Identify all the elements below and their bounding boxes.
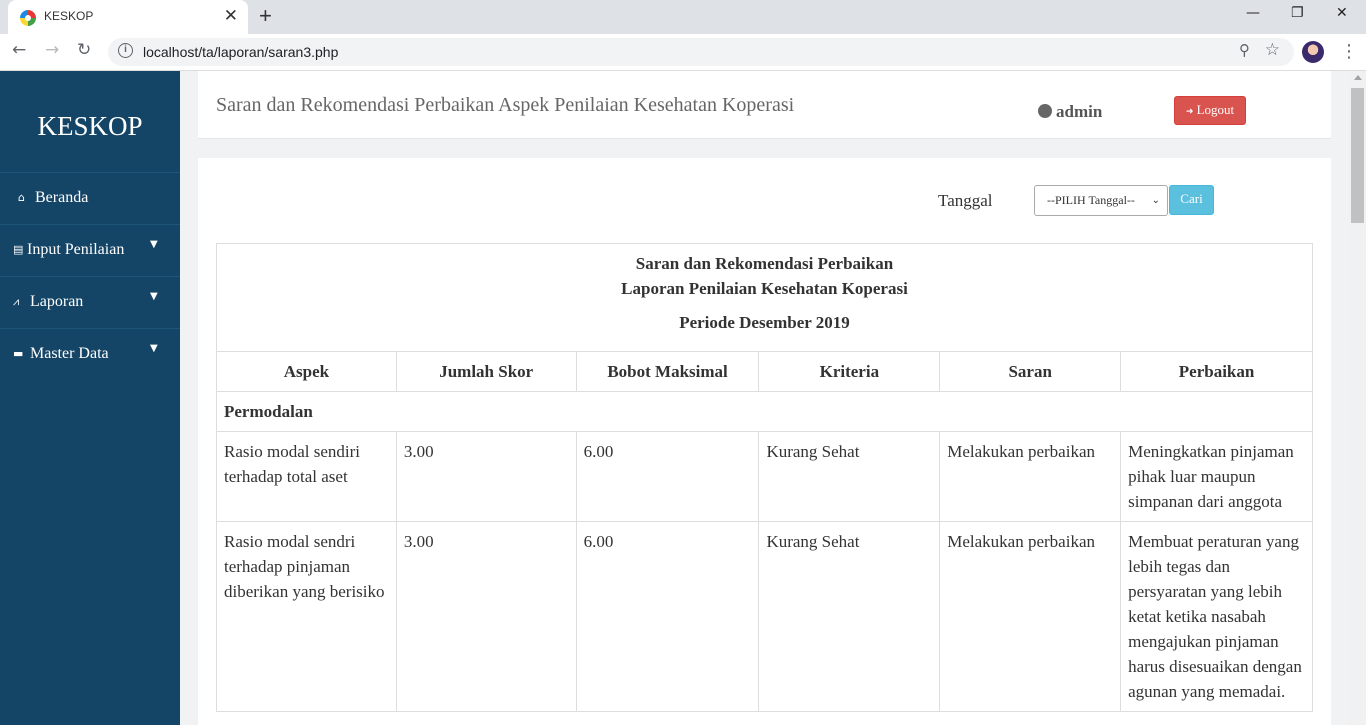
sidebar-item-label: Master Data	[30, 345, 109, 362]
address-bar[interactable]: i localhost/ta/laporan/saran3.php ⚲ ☆	[108, 38, 1294, 66]
forward-icon[interactable]: →	[45, 40, 59, 60]
chevron-down-icon: ⌄	[1151, 195, 1160, 206]
chevron-down-icon: ▼	[150, 291, 158, 302]
cell-kriteria: Kurang Sehat	[758, 431, 941, 522]
sidebar-brand[interactable]: KESKOP	[0, 111, 180, 142]
browser-tab[interactable]: KESKOP ✕	[8, 0, 248, 34]
search-button[interactable]: Cari	[1169, 185, 1214, 215]
page-header: Saran dan Rekomendasi Perbaikan Aspek Pe…	[198, 71, 1331, 139]
cell-saran: Melakukan perbaikan	[939, 431, 1122, 522]
report-period: Periode Desember 2019	[679, 313, 850, 332]
column-header: Saran	[939, 351, 1122, 392]
column-header: Aspek	[216, 351, 397, 392]
url-text[interactable]: localhost/ta/laporan/saran3.php	[143, 44, 338, 60]
sidebar: KESKOP ⌂ Beranda ▤ Input Penilaian ▼ ⩘ L…	[0, 71, 180, 725]
section-label: Permodalan	[216, 391, 1313, 432]
user-name: admin	[1056, 102, 1103, 121]
report-title: Saran dan Rekomendasi Perbaikan	[635, 254, 894, 273]
column-header: Kriteria	[758, 351, 941, 392]
cell-bobot-maksimal: 6.00	[575, 521, 760, 712]
tab-title: KESKOP	[44, 9, 94, 23]
user-menu[interactable]: admin	[1038, 102, 1102, 122]
bookmark-star-icon[interactable]: ☆	[1265, 40, 1280, 60]
sidebar-item-laporan[interactable]: ⩘ Laporan ▼	[0, 276, 180, 328]
sidebar-item-master-data[interactable]: ▬ Master Data ▼	[0, 328, 180, 380]
table-row: Rasio modal sendiri terhadap total aset …	[216, 431, 1313, 522]
table-header-row: Aspek Jumlah Skor Bobot Maksimal Kriteri…	[216, 351, 1313, 392]
cell-saran: Melakukan perbaikan	[939, 521, 1122, 712]
site-favicon-icon	[20, 10, 36, 26]
sidebar-item-label: Input Penilaian	[27, 241, 125, 258]
scrollbar-thumb[interactable]	[1351, 88, 1364, 223]
chevron-down-icon: ▼	[150, 239, 158, 250]
reload-icon[interactable]: ↻	[77, 40, 91, 60]
sign-out-icon: ➜	[1185, 107, 1194, 117]
new-tab-icon[interactable]: +	[259, 3, 272, 29]
cell-aspek: Rasio modal sendri terhadap pinjaman dib…	[216, 521, 397, 712]
column-header: Jumlah Skor	[395, 351, 577, 392]
table-row: Rasio modal sendri terhadap pinjaman dib…	[216, 521, 1313, 712]
content-panel: Tanggal --PILIH Tanggal-- ⌄ Cari Saran d…	[198, 158, 1331, 725]
site-info-icon[interactable]: i	[118, 43, 133, 58]
sidebar-item-label: Laporan	[30, 293, 84, 310]
chart-icon: ⩘	[13, 295, 20, 308]
date-filter-label: Tanggal	[938, 191, 993, 210]
logout-button[interactable]: ➜ Logout	[1174, 96, 1246, 125]
section-row: Permodalan	[216, 391, 1313, 432]
cell-aspek: Rasio modal sendiri terhadap total aset	[216, 431, 397, 522]
folder-icon: ▬	[13, 347, 24, 360]
browser-toolbar: ← → ↻ i localhost/ta/laporan/saran3.php …	[0, 34, 1366, 71]
tab-close-icon[interactable]: ✕	[224, 6, 238, 26]
zoom-icon[interactable]: ⚲	[1239, 41, 1250, 59]
scroll-up-icon[interactable]	[1354, 75, 1362, 80]
browser-menu-icon[interactable]: ⋮	[1340, 41, 1358, 62]
home-icon: ⌂	[18, 191, 25, 204]
browser-tabstrip: KESKOP ✕ + — ❐ ✕	[0, 0, 1366, 34]
user-icon	[1038, 104, 1052, 118]
cell-jumlah-skor: 3.00	[395, 431, 577, 522]
report-table: Aspek Jumlah Skor Bobot Maksimal Kriteri…	[216, 351, 1313, 712]
logout-label: Logout	[1196, 102, 1235, 117]
page-title: Saran dan Rekomendasi Perbaikan Aspek Pe…	[216, 94, 795, 116]
sidebar-item-beranda[interactable]: ⌂ Beranda	[0, 172, 180, 224]
date-select-value: --PILIH Tanggal--	[1047, 193, 1135, 207]
chevron-down-icon: ▼	[150, 343, 158, 354]
date-select[interactable]: --PILIH Tanggal-- ⌄	[1034, 185, 1168, 216]
column-header: Perbaikan	[1120, 351, 1313, 392]
cell-bobot-maksimal: 6.00	[575, 431, 760, 522]
page-scrollbar[interactable]	[1349, 71, 1366, 725]
profile-avatar[interactable]	[1302, 41, 1324, 63]
sidebar-item-input-penilaian[interactable]: ▤ Input Penilaian ▼	[0, 224, 180, 276]
cell-kriteria: Kurang Sehat	[758, 521, 941, 712]
column-header: Bobot Maksimal	[575, 351, 760, 392]
restore-icon[interactable]: ❐	[1291, 5, 1304, 21]
cell-jumlah-skor: 3.00	[395, 521, 577, 712]
minimize-icon[interactable]: —	[1246, 5, 1260, 21]
file-icon: ▤	[13, 243, 24, 256]
window-close-icon[interactable]: ✕	[1336, 5, 1348, 21]
report-heading: Saran dan Rekomendasi Perbaikan Laporan …	[216, 243, 1313, 352]
sidebar-item-label: Beranda	[35, 189, 89, 206]
report-subtitle: Laporan Penilaian Kesehatan Koperasi	[621, 279, 908, 298]
cell-perbaikan: Membuat peraturan yang lebih tegas dan p…	[1120, 521, 1313, 712]
cell-perbaikan: Meningkatkan pinjaman pihak luar maupun …	[1120, 431, 1313, 522]
back-icon[interactable]: ←	[12, 40, 26, 60]
